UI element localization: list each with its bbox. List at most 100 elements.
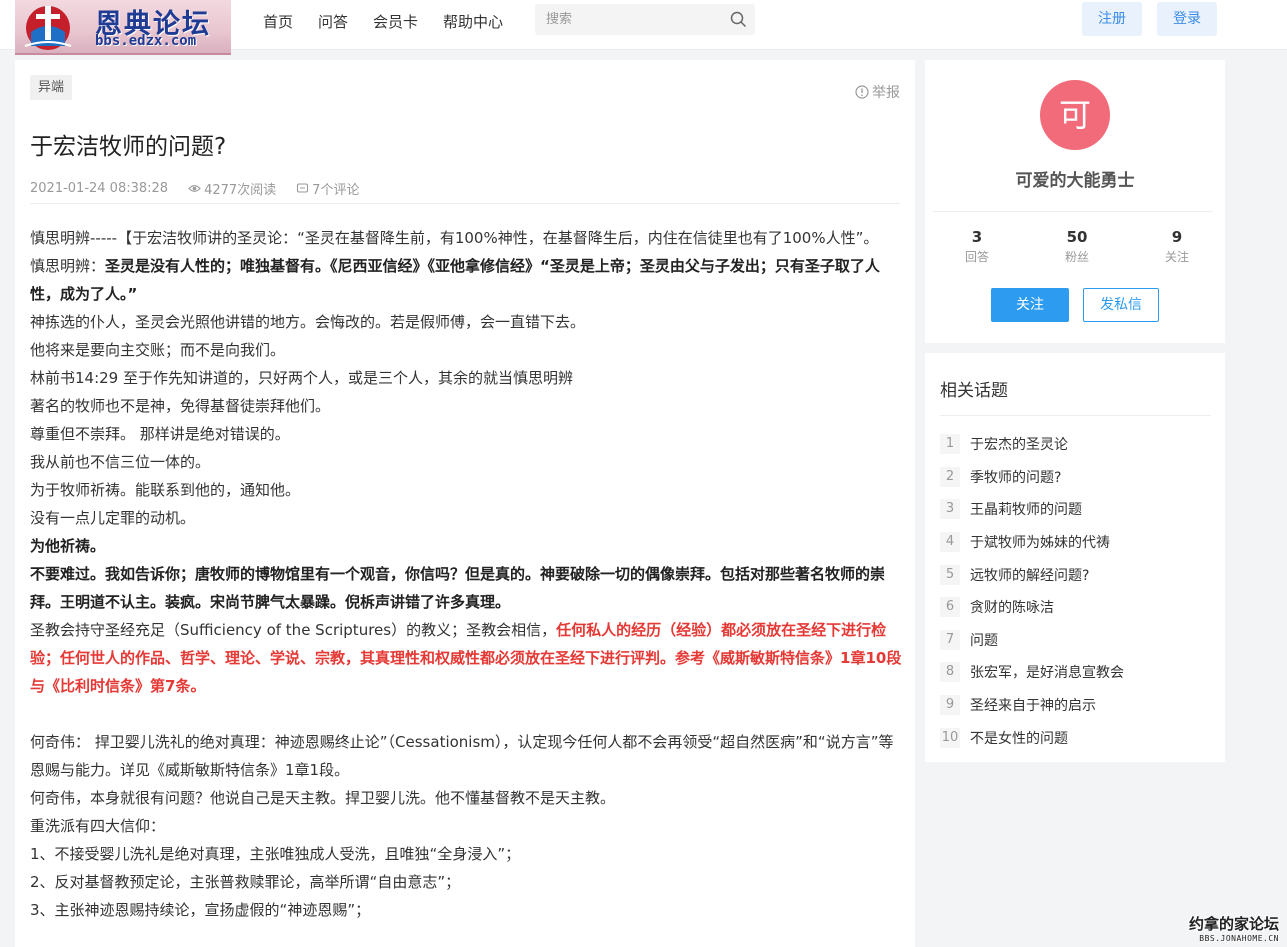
related-item-label: 王晶莉牧师的问题 [970,502,1082,519]
related-item-number: 7 [940,629,960,650]
content-paragraph: 为于牧师祈祷。能联系到他的，通知他。 [30,476,902,504]
content-paragraph: 他将来是要向主交账；而不是向我们。 [30,336,902,364]
content-paragraph: 不要难过。我如告诉你；唐牧师的博物馆里有一个观音，你信吗？但是真的。神要破除一切… [30,560,902,616]
content-text: 何奇伟，本身就很有问题？他说自己是天主教。捍卫婴儿洗。他不懂基督教不是天主教。 [30,789,616,807]
report-label: 举报 [872,85,900,101]
content-text: 圣教会持守圣经充足（Sufficiency of the Scriptures）… [30,621,557,639]
content-text: 重洗派有四大信仰： [30,817,166,835]
post-meta: 2021-01-24 08:38:28 4277次阅读 7个评论 [30,179,359,198]
stat-label: 关注 [1164,250,1189,264]
content-paragraph: 重洗派有四大信仰： [30,812,902,840]
avatar[interactable]: 可 [1040,80,1110,150]
content-text: 3、主张神迹恩赐持续论，宣扬虚假的“神迹恩赐”； [30,901,371,919]
send-message-button[interactable]: 发私信 [1083,288,1159,322]
meta-divider [30,203,900,204]
content-paragraph: 著名的牧师也不是神，免得基督徒崇拜他们。 [30,392,902,420]
stat-following[interactable]: 9 关注 [1129,228,1225,265]
related-divider [940,415,1211,416]
watermark-line1: 约拿的家论坛 [1188,915,1279,933]
related-item-number: 6 [940,597,960,618]
follow-button[interactable]: 关注 [991,288,1069,322]
site-logo[interactable]: 恩典论坛 bbs.edzx.com [15,0,231,55]
stat-followers[interactable]: 50 粉丝 [1029,228,1125,265]
post-date: 2021-01-24 08:38:28 [30,181,169,196]
stat-number: 50 [1066,228,1088,246]
related-item[interactable]: 7 问题 [940,624,1124,657]
content-text: 2、反对基督教预定论，主张普救赎罪论，高举所谓“自由意志”； [30,873,461,891]
content-text: 神拣选的仆人，圣灵会光照他讲错的地方。会悔改的。若是假师傅，会一直错下去。 [30,313,586,331]
related-item[interactable]: 4 于斌牧师为姊妹的代祷 [940,526,1124,559]
post-title: 于宏洁牧师的问题? [30,134,227,160]
search-box [535,4,755,35]
content-text: 何奇伟： 捍卫婴儿洗礼的绝对真理：神迹恩赐终止论”（Cessationism），… [30,733,894,779]
related-list: 1 于宏杰的圣灵论 2 季牧师的问题? 3 王晶莉牧师的问题 4 于斌牧师为姊妹的代祷 5 远牧师… [940,428,1124,754]
related-item-label: 贪财的陈咏洁 [970,600,1054,617]
content-paragraph: 慎思明辨：圣灵是没有人性的；唯独基督有。《尼西亚信经》《亚他拿修信经》“圣灵是上… [30,252,902,308]
comment-count[interactable]: 7个评论 [296,179,359,198]
post-card: 异端 举报 于宏洁牧师的问题? 2021-01-24 08:38:28 4277… [15,60,915,947]
search-input[interactable] [535,4,715,35]
content-paragraph [30,700,902,728]
logo-url: bbs.edzx.com [95,33,197,49]
related-item-number: 10 [940,727,960,748]
content-text: 为于牧师祈祷。能联系到他的，通知他。 [30,481,301,499]
comment-icon [297,183,309,193]
related-title: 相关话题 [940,381,1008,401]
related-item[interactable]: 10 不是女性的问题 [940,721,1124,754]
author-card: 可 可爱的大能勇士 3 回答 50 粉丝 9 关注 关注 发私信 [925,60,1225,343]
content-paragraph: 3、主张神迹恩赐持续论，宣扬虚假的“神迹恩赐”； [30,896,902,924]
nav-home[interactable]: 首页 [263,11,293,32]
related-item[interactable]: 1 于宏杰的圣灵论 [940,428,1124,461]
related-item-number: 3 [940,499,960,520]
content-text: 他将来是要向主交账；而不是向我们。 [30,341,286,359]
author-name[interactable]: 可爱的大能勇士 [925,166,1225,191]
stat-answers[interactable]: 3 回答 [929,228,1025,265]
content-text: 慎思明辨-----【于宏洁牧师讲的圣灵论：“圣灵在基督降生前，有100%神性，在… [30,229,879,247]
stat-label: 粉丝 [1064,250,1089,264]
nav-member-card[interactable]: 会员卡 [373,11,418,32]
register-button[interactable]: 注册 [1082,2,1142,36]
stat-number: 9 [1171,228,1183,246]
content-text: 林前书14:29 至于作先知讲道的，只好两个人，或是三个人，其余的就当慎思明辨 [30,369,573,387]
content-paragraph: 我从前也不信三位一体的。 [30,448,902,476]
watermark-line2: BBS.JONAHOME.CN [1199,934,1279,943]
nav-help-center[interactable]: 帮助中心 [443,11,503,32]
profile-divider [933,211,1213,212]
content-paragraph: 为他祈祷。 [30,532,902,560]
related-item-label: 问题 [970,632,998,649]
report-link[interactable]: 举报 [855,82,900,102]
related-item-number: 2 [940,466,960,487]
content-text: 著名的牧师也不是神，免得基督徒崇拜他们。 [30,397,331,415]
related-item-label: 远牧师的解经问题? [970,567,1090,584]
post-tag[interactable]: 异端 [30,75,73,100]
related-item[interactable]: 9 圣经来自于神的启示 [940,689,1124,722]
related-item-label: 于斌牧师为姊妹的代祷 [970,535,1110,552]
search-icon[interactable] [730,11,747,28]
related-item[interactable]: 5 远牧师的解经问题? [940,558,1124,591]
main-nav: 首页 问答 会员卡 帮助中心 [263,11,528,32]
stat-label: 回答 [964,250,989,264]
related-item-label: 张宏军，是好消息宣教会 [970,665,1124,682]
related-item-number: 8 [940,662,960,683]
eye-icon [188,185,201,192]
nav-qa[interactable]: 问答 [318,11,348,32]
content-text: 慎思明辨： [30,257,106,275]
related-item[interactable]: 3 王晶莉牧师的问题 [940,493,1124,526]
content-paragraph: 何奇伟，本身就很有问题？他说自己是天主教。捍卫婴儿洗。他不懂基督教不是天主教。 [30,784,902,812]
related-item-label: 于宏杰的圣灵论 [970,437,1068,454]
login-button[interactable]: 登录 [1157,2,1217,36]
related-item-label: 圣经来自于神的启示 [970,698,1096,715]
content-paragraph: 圣教会持守圣经充足（Sufficiency of the Scriptures）… [30,616,902,700]
related-item[interactable]: 2 季牧师的问题? [940,461,1124,494]
content-text: 没有一点儿定罪的动机。 [30,509,196,527]
comment-count-label: 7个评论 [312,183,360,198]
related-item[interactable]: 8 张宏军，是好消息宣教会 [940,656,1124,689]
content-paragraph: 何奇伟： 捍卫婴儿洗礼的绝对真理：神迹恩赐终止论”（Cessationism），… [30,728,902,784]
related-item-number: 1 [940,434,960,455]
related-item[interactable]: 6 贪财的陈咏洁 [940,591,1124,624]
stat-number: 3 [971,228,983,246]
author-stats: 3 回答 50 粉丝 9 关注 [925,228,1225,265]
top-header: 恩典论坛 bbs.edzx.com 首页 问答 会员卡 帮助中心 注册 登录 [0,0,1287,55]
related-topics-card: 相关话题 1 于宏杰的圣灵论 2 季牧师的问题? 3 王晶莉牧师的问题 4 于斌牧师为姊妹的代… [925,353,1225,762]
content-paragraph: 1、不接受婴儿洗礼是绝对真理，主张唯独成人受洗，且唯独“全身浸入”； [30,840,902,868]
